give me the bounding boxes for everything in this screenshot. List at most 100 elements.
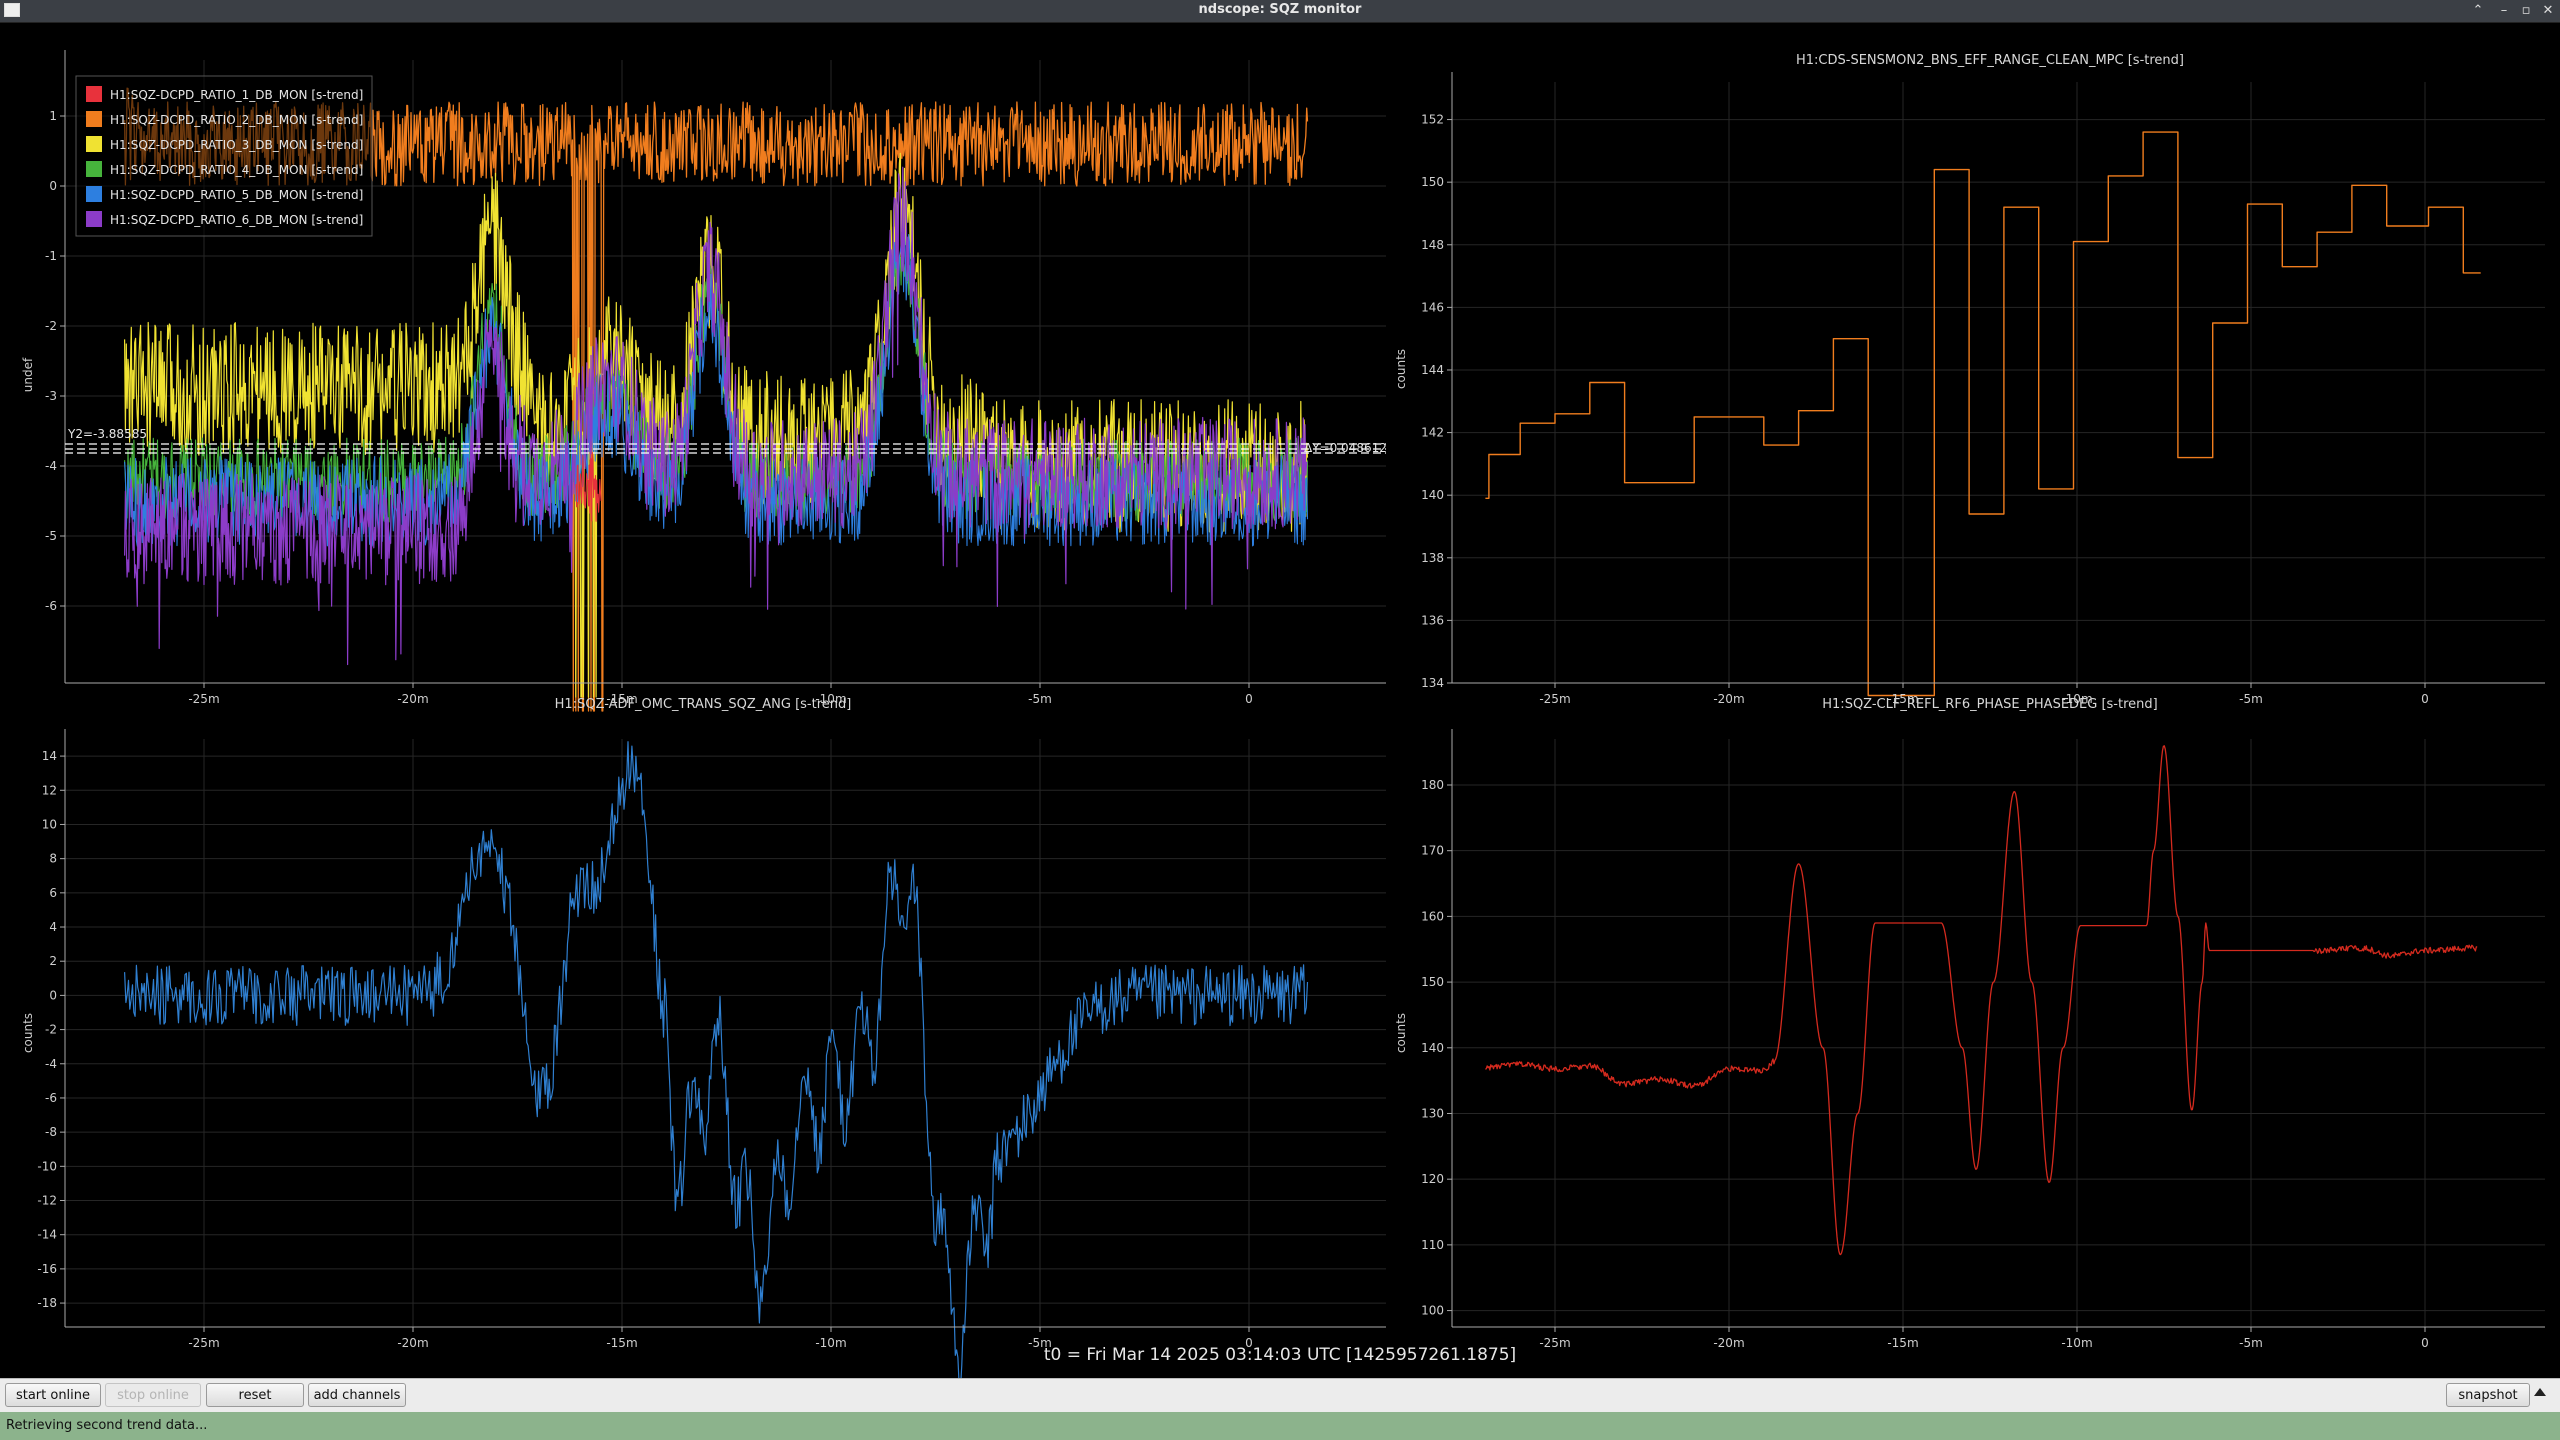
minimize-button[interactable]: – [2494, 1, 2514, 21]
legend-entry: H1:SQZ-DCPD_RATIO_6_DB_MON [s-trend] [110, 213, 363, 227]
y-tick-label: -14 [37, 1228, 57, 1242]
chevron-up-icon[interactable]: ⌃ [2468, 1, 2488, 21]
plot-canvas[interactable]: 10-1-2-3-4-5-6-25m -20m -15m -10m -5m 0 Y2=-3… [0, 22, 2560, 1378]
cursor-y2-label: Y2=-3.88585 [67, 427, 147, 441]
plot-area: 1 0 -1 -2 -3 -4 -5 -6 -25m -20m -15m -10m -5m 0 Y2=-3… [0, 22, 2560, 1378]
y-tick-label: 142 [1421, 426, 1444, 440]
y-axis-label: counts [1394, 1013, 1408, 1053]
x-tick-label: -25m [188, 692, 219, 706]
y-axis-label: undef [21, 357, 35, 392]
chevron-up-icon[interactable] [2534, 1388, 2546, 1396]
x-tick-label: 0 [1245, 692, 1253, 706]
trace-clf-phase [1485, 745, 2478, 1256]
legend-swatch [86, 136, 102, 152]
y-tick-label: 120 [1421, 1172, 1444, 1186]
y-tick-label: 0 [49, 179, 57, 193]
y-tick-label: -5 [45, 529, 57, 543]
y-tick-label: -6 [45, 599, 57, 613]
trace-ratio-5 [124, 222, 1309, 547]
trace-ratio-6 [124, 166, 1308, 666]
x-tick-label: -5m [1028, 692, 1052, 706]
y-tick-label: -12 [37, 1194, 57, 1208]
start-online-button[interactable]: start online [5, 1383, 101, 1407]
y-tick-label: 146 [1421, 300, 1444, 314]
plot-clf-phase[interactable]: 180170160150140130120110100-25m -20m -15m -… [1394, 697, 2545, 1350]
y-tick-label: 138 [1421, 551, 1444, 565]
y-tick-label: 140 [1421, 1041, 1444, 1055]
snapshot-button[interactable]: snapshot [2446, 1383, 2530, 1407]
y-tick-label: 152 [1421, 113, 1444, 127]
status-bar: Retrieving second trend data... [0, 1412, 2560, 1440]
y-tick-label: 140 [1421, 488, 1444, 502]
trace-sqz-angle [124, 741, 1309, 1378]
plot-title: H1:SQZ-ADF_OMC_TRANS_SQZ_ANG [s-trend] [555, 697, 852, 712]
y-tick-label: -1 [45, 249, 57, 263]
legend-swatch [86, 111, 102, 127]
maximize-button[interactable]: ▫ [2516, 1, 2536, 21]
x-tick-label: -25m [1539, 692, 1570, 706]
plot-bns-range[interactable]: 152150148146144142140138136134-25m -20m -1… [1394, 53, 2545, 706]
title-bar: ndscope: SQZ monitor ⌃ – ▫ ✕ [0, 0, 2560, 23]
y-tick-label: 0 [49, 988, 57, 1002]
stop-online-label: stop online [117, 1388, 189, 1403]
y-tick-label: 136 [1421, 613, 1444, 627]
x-tick-label: -5m [2239, 692, 2263, 706]
stop-online-button: stop online [105, 1383, 201, 1407]
x-tick-label: 0 [2421, 692, 2429, 706]
y-tick-label: 160 [1421, 909, 1444, 923]
x-tick-label: -20m [1713, 692, 1744, 706]
legend-entry: H1:SQZ-DCPD_RATIO_4_DB_MON [s-trend] [110, 163, 363, 177]
y-tick-label: 6 [49, 886, 57, 900]
y-tick-label: 150 [1421, 175, 1444, 189]
y-axis-label: counts [1394, 349, 1408, 389]
legend-entry: H1:SQZ-DCPD_RATIO_5_DB_MON [s-trend] [110, 188, 363, 202]
y-tick-label: -4 [45, 1057, 57, 1071]
y-tick-label: 110 [1421, 1238, 1444, 1252]
y-tick-label: 170 [1421, 844, 1444, 858]
y-tick-label: -2 [45, 319, 57, 333]
plot-title: H1:SQZ-CLF_REFL_RF6_PHASE_PHASEDEG [s-tr… [1822, 697, 2157, 712]
window-title: ndscope: SQZ monitor [1198, 2, 1362, 17]
y-tick-label: -3 [45, 389, 57, 403]
close-button[interactable]: ✕ [2538, 1, 2558, 21]
y-axis-label: counts [21, 1013, 35, 1053]
button-bar: start online stop online reset add chann… [0, 1378, 2560, 1413]
y-tick-label: 4 [49, 920, 57, 934]
y-tick-label: 1 [49, 109, 57, 123]
t0-label: t0 = Fri Mar 14 2025 03:14:03 UTC [14259… [1043, 1345, 1517, 1365]
reset-button[interactable]: reset [206, 1383, 304, 1407]
y-tick-label: -4 [45, 459, 57, 473]
legend-swatch [86, 161, 102, 177]
legend-entry: H1:SQZ-DCPD_RATIO_3_DB_MON [s-trend] [110, 138, 363, 152]
legend-swatch [86, 186, 102, 202]
y-tick-label: 8 [49, 852, 57, 866]
y-tick-label: 100 [1421, 1304, 1444, 1318]
legend-entry: H1:SQZ-DCPD_RATIO_2_DB_MON [s-trend] [110, 113, 363, 127]
cursor-delta-label: ΔY=0.048612 [1304, 441, 1387, 455]
y-tick-label: -10 [37, 1159, 57, 1173]
start-online-label: start online [15, 1388, 91, 1403]
y-tick-label: -6 [45, 1091, 57, 1105]
legend-swatch [86, 211, 102, 227]
y-tick-label: -16 [37, 1262, 57, 1276]
y-tick-label: -8 [45, 1125, 57, 1139]
legend-entry: H1:SQZ-DCPD_RATIO_1_DB_MON [s-trend] [110, 88, 363, 102]
plot-title: H1:CDS-SENSMON2_BNS_EFF_RANGE_CLEAN_MPC … [1796, 53, 2184, 68]
add-channels-label: add channels [313, 1388, 401, 1403]
y-tick-label: 150 [1421, 975, 1444, 989]
y-tick-label: 12 [42, 783, 57, 797]
y-tick-label: 14 [42, 749, 57, 763]
y-tick-label: -18 [37, 1296, 57, 1310]
plot-sqz-angle[interactable]: 14121086420-2-4-6-8-10-12-14-16-18-25m -2… [21, 697, 1386, 1378]
y-tick-label: 144 [1421, 363, 1444, 377]
y-tick-label: 134 [1421, 676, 1444, 690]
reset-label: reset [238, 1388, 272, 1403]
y-tick-label: 130 [1421, 1106, 1444, 1120]
snapshot-label: snapshot [2458, 1388, 2518, 1403]
legend-swatch [86, 86, 102, 102]
plot-dcpd-ratios[interactable]: 10-1-2-3-4-5-6-25m -20m -15m -10m -5m 0 Y2=-3… [21, 50, 1387, 712]
add-channels-button[interactable]: add channels [308, 1383, 406, 1407]
y-tick-label: 148 [1421, 238, 1444, 252]
x-tick-label: -20m [397, 692, 428, 706]
y-tick-label: 180 [1421, 778, 1444, 792]
